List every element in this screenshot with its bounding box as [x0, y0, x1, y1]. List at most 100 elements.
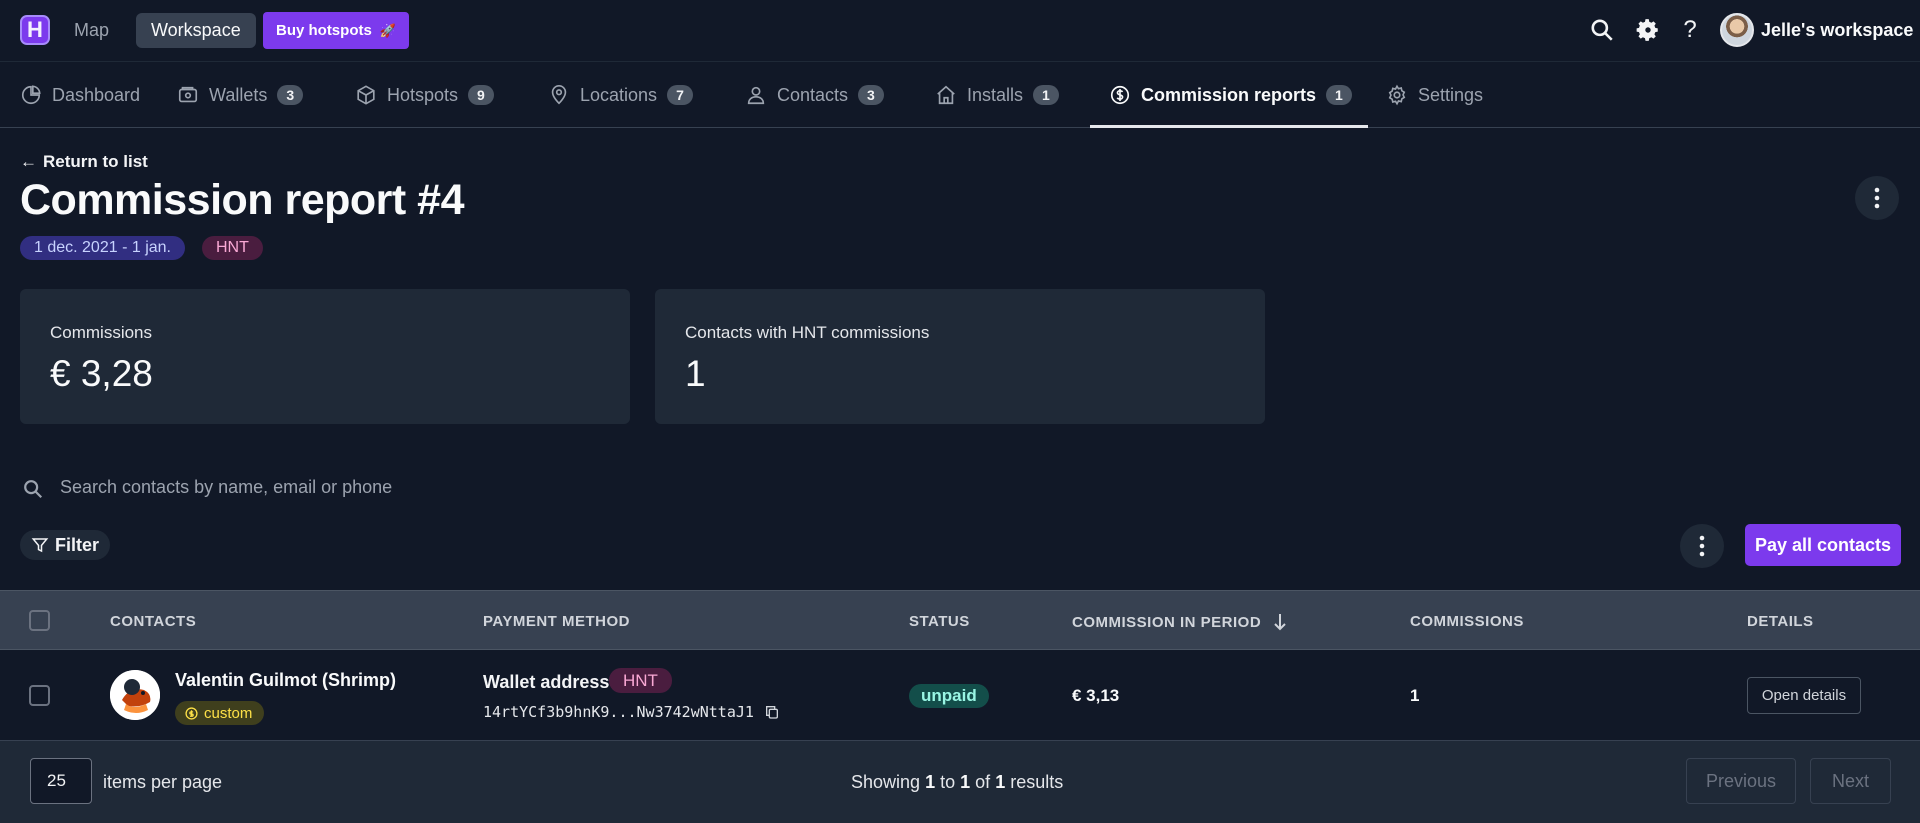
- badge-label: custom: [204, 704, 253, 722]
- summary-word: of: [975, 772, 991, 792]
- tab-badge: 9: [468, 85, 494, 105]
- filter-icon: [31, 538, 49, 553]
- tab-label: Hotspots: [387, 84, 459, 105]
- tab-settings[interactable]: Settings: [1386, 62, 1483, 128]
- stat-card-contacts: Contacts with HNT commissions 1: [655, 289, 1265, 424]
- contacts-search-input[interactable]: [60, 472, 960, 502]
- pagination-bar: items per page Showing 1 to 1 of 1 resul…: [0, 741, 1920, 823]
- pay-all-contacts-button[interactable]: Pay all contacts: [1745, 524, 1901, 566]
- tab-wallets[interactable]: Wallets 3: [177, 62, 304, 128]
- workspace-name[interactable]: Jelle's workspace: [1761, 20, 1913, 41]
- summary-from: 1: [925, 772, 936, 792]
- stat-value: 1: [685, 353, 706, 394]
- tab-label: Locations: [580, 84, 658, 105]
- contact-avatar: [110, 670, 160, 720]
- tab-installs[interactable]: Installs 1: [935, 62, 1059, 128]
- home-icon: [937, 85, 955, 105]
- filter-label: Filter: [54, 534, 99, 555]
- tab-label: Contacts: [777, 84, 849, 105]
- tab-badge: 3: [858, 85, 884, 105]
- kebab-icon: [1699, 535, 1705, 557]
- commission-in-period: € 3,13: [1072, 686, 1120, 705]
- next-page-button[interactable]: Next: [1810, 758, 1891, 804]
- filter-button[interactable]: Filter: [20, 530, 110, 560]
- contact-name[interactable]: Valentin Guilmot (Shrimp): [175, 670, 396, 691]
- tab-locations[interactable]: Locations 7: [548, 62, 693, 128]
- tab-badge: 3: [277, 85, 304, 105]
- kebab-icon: [1874, 187, 1880, 209]
- dollar-circle-icon: [1110, 85, 1130, 105]
- tab-badge: 1: [1033, 85, 1059, 105]
- column-label: COMMISSION IN PERIOD: [1072, 613, 1262, 631]
- summary-to: 1: [960, 772, 971, 792]
- search-icon: [22, 478, 44, 505]
- status-badge: unpaid: [909, 684, 989, 708]
- column-header-status[interactable]: STATUS: [909, 613, 970, 630]
- tab-commission-reports[interactable]: Commission reports 1: [1109, 62, 1352, 128]
- table-row: Valentin Guilmot (Shrimp) custom Wallet …: [0, 650, 1920, 741]
- currency-badge: HNT: [202, 236, 263, 260]
- gear-icon: [1388, 84, 1406, 106]
- pie-chart-icon: [21, 85, 41, 105]
- column-header-contacts[interactable]: CONTACTS: [110, 613, 196, 630]
- column-label: PAYMENT METHOD: [483, 613, 631, 630]
- arrow-down-icon: [1274, 614, 1286, 631]
- page-title: Commission report #4: [20, 176, 465, 224]
- gear-icon[interactable]: [1633, 14, 1663, 46]
- tab-hotspots[interactable]: Hotspots 9: [355, 62, 494, 128]
- summary-word: results: [1010, 772, 1064, 792]
- table-header: CONTACTS PAYMENT METHOD STATUS COMMISSIO…: [0, 590, 1920, 650]
- column-header-commission-in-period[interactable]: COMMISSION IN PERIOD: [1072, 613, 1287, 631]
- tab-label: Installs: [967, 84, 1024, 105]
- wallet-address: 14rtYCf3b9hnK9...Nw3742wNttaJ1: [483, 703, 780, 721]
- column-label: DETAILS: [1747, 613, 1814, 630]
- tab-label: Settings: [1418, 84, 1484, 105]
- column-label: STATUS: [909, 613, 970, 630]
- return-to-list-link[interactable]: ← Return to list: [20, 152, 148, 172]
- custom-commission-badge: custom: [175, 701, 265, 725]
- main-tabs: Dashboard Wallets 3 Hotspots 9 Locations…: [0, 61, 1920, 128]
- tab-label: Wallets: [209, 84, 268, 105]
- column-label: COMMISSIONS: [1410, 613, 1524, 630]
- help-icon[interactable]: ?: [1675, 14, 1705, 46]
- nav-map[interactable]: Map: [74, 20, 109, 41]
- commissions-count: 1: [1410, 686, 1420, 705]
- column-header-commissions[interactable]: COMMISSIONS: [1410, 613, 1524, 630]
- column-label: CONTACTS: [110, 613, 197, 630]
- select-all-checkbox[interactable]: [29, 610, 50, 631]
- arrow-left-icon: ←: [20, 152, 37, 171]
- buy-hotspots-button[interactable]: Buy hotspots 🚀: [263, 12, 409, 49]
- report-options-button[interactable]: [1855, 176, 1899, 220]
- results-summary: Showing 1 to 1 of 1 results: [851, 772, 1063, 793]
- user-icon: [747, 86, 765, 105]
- stat-card-commissions: Commissions € 3,28: [20, 289, 630, 424]
- column-header-payment-method[interactable]: PAYMENT METHOD: [483, 613, 630, 630]
- tab-badge: 1: [1326, 85, 1352, 105]
- app-logo[interactable]: H: [20, 15, 50, 45]
- payment-method-label: Wallet address: [483, 672, 610, 692]
- search-icon[interactable]: [1587, 14, 1617, 46]
- tab-contacts[interactable]: Contacts 3: [745, 62, 884, 128]
- stat-value: € 3,28: [50, 353, 153, 394]
- row-checkbox[interactable]: [29, 685, 50, 706]
- top-bar: H Map Workspace Buy hotspots 🚀 ? Jelle's…: [0, 0, 1920, 61]
- period-badge: 1 dec. 2021 - 1 jan.: [20, 236, 185, 260]
- dollar-circle-icon: [185, 706, 198, 720]
- nav-workspace[interactable]: Workspace: [136, 13, 256, 48]
- table-options-button[interactable]: [1680, 524, 1724, 568]
- user-avatar[interactable]: [1720, 13, 1754, 47]
- help-glyph: ?: [1683, 16, 1697, 43]
- payment-currency-badge: HNT: [609, 668, 672, 693]
- cube-icon: [357, 85, 375, 105]
- summary-total: 1: [995, 772, 1006, 792]
- wallet-icon: [178, 86, 198, 103]
- stat-label: Commissions: [50, 323, 153, 342]
- copy-icon[interactable]: [764, 704, 780, 720]
- open-details-button[interactable]: Open details: [1747, 677, 1861, 714]
- items-per-page-input[interactable]: [30, 758, 92, 804]
- stat-label: Contacts with HNT commissions: [685, 323, 930, 342]
- column-header-details: DETAILS: [1747, 613, 1814, 630]
- items-per-page-label: items per page: [103, 772, 223, 792]
- tab-dashboard[interactable]: Dashboard: [20, 62, 140, 128]
- previous-page-button[interactable]: Previous: [1686, 758, 1796, 804]
